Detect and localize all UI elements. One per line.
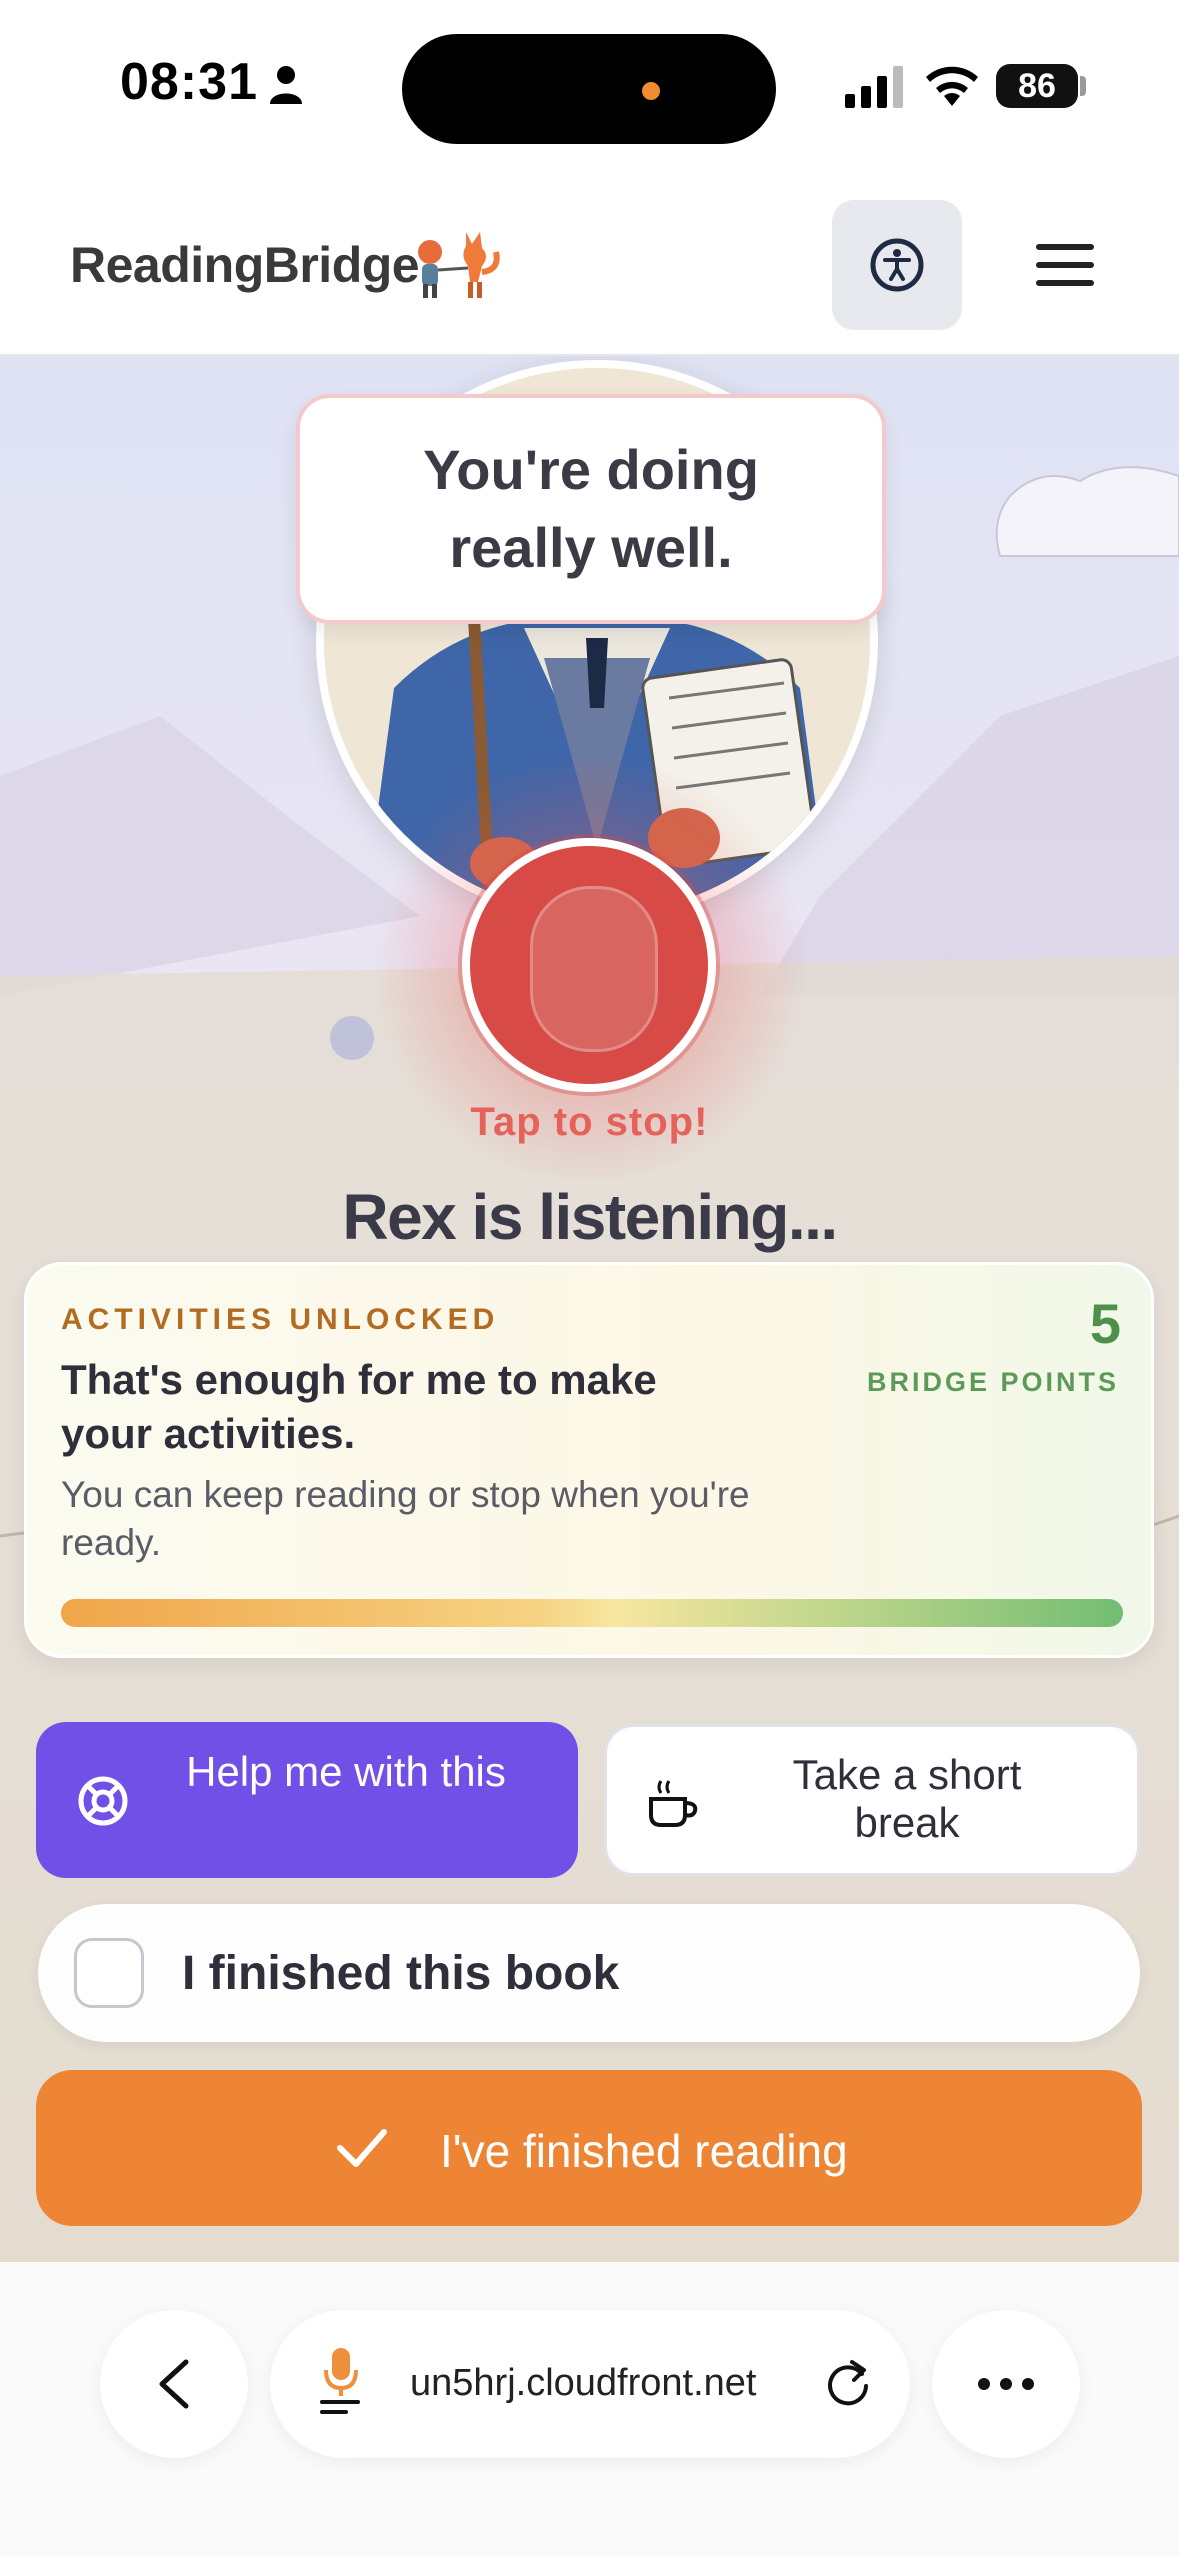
listening-status: Rex is listening...	[342, 1181, 838, 1253]
help-button[interactable]: Help me with this	[36, 1722, 578, 1878]
accessibility-button[interactable]	[832, 200, 962, 330]
browser-toolbar: un5hrj.cloudfront.net	[0, 2262, 1179, 2556]
finished-book-toggle[interactable]: I finished this book	[38, 1904, 1140, 2042]
back-button[interactable]	[100, 2310, 248, 2458]
recording-dot	[642, 82, 660, 100]
battery-indicator: 86	[996, 64, 1078, 108]
accessibility-icon	[870, 238, 924, 292]
mic-capsule-icon	[530, 886, 658, 1052]
card-kicker: ACTIVITIES UNLOCKED	[61, 1303, 500, 1336]
coffee-icon	[649, 1780, 698, 1827]
back-icon	[159, 2359, 189, 2409]
logo-text[interactable]: ReadingBridge	[70, 236, 420, 294]
mic-icon	[320, 2348, 360, 2414]
activities-unlocked-card: ACTIVITIES UNLOCKED That's enough for me…	[24, 1262, 1154, 1658]
mic-blue-dot	[330, 1016, 374, 1060]
app-header: ReadingBridge	[0, 170, 1179, 356]
status-bar: 08:31 86	[0, 0, 1179, 170]
person-icon	[270, 66, 302, 104]
bridge-points-label: BRIDGE POINTS	[866, 1367, 1119, 1397]
reload-icon[interactable]	[822, 2356, 874, 2408]
take-break-button[interactable]: Take a short break	[604, 1724, 1140, 1876]
bridge-points-value: 5	[1089, 1292, 1121, 1355]
card-subtitle: You can keep reading or stop when you're…	[61, 1474, 750, 1563]
finished-book-label: I finished this book	[182, 1947, 620, 2000]
stop-recording-button[interactable]	[462, 838, 716, 1092]
dynamic-island	[402, 34, 776, 144]
finished-reading-button[interactable]: I've finished reading	[36, 2070, 1142, 2226]
speech-bubble: You're doing really well.	[296, 394, 886, 624]
status-time: 08:31	[120, 53, 258, 111]
finished-reading-label: I've finished reading	[440, 2125, 848, 2177]
url-text: un5hrj.cloudfront.net	[410, 2362, 757, 2404]
check-icon	[337, 2129, 387, 2167]
take-break-label: Take a short break	[792, 1751, 1022, 1846]
finished-book-checkbox[interactable]	[74, 1938, 144, 2008]
logo-characters-icon	[418, 232, 500, 298]
signal-icon	[845, 66, 903, 108]
more-button[interactable]	[932, 2310, 1080, 2458]
address-bar[interactable]: un5hrj.cloudfront.net	[270, 2310, 910, 2458]
help-button-label: Help me with this	[186, 1748, 506, 1795]
wifi-icon	[926, 66, 978, 106]
menu-icon[interactable]	[1030, 230, 1100, 300]
card-title: That's enough for me to make your activi…	[61, 1356, 657, 1457]
tap-to-stop-hint: Tap to stop!	[470, 1100, 709, 1144]
speech-bubble-text: You're doing really well.	[423, 438, 759, 579]
activities-progress-bar	[61, 1599, 1123, 1627]
lifebuoy-icon	[78, 1776, 128, 1826]
battery-tip	[1080, 76, 1086, 96]
more-icon	[978, 2378, 1034, 2390]
